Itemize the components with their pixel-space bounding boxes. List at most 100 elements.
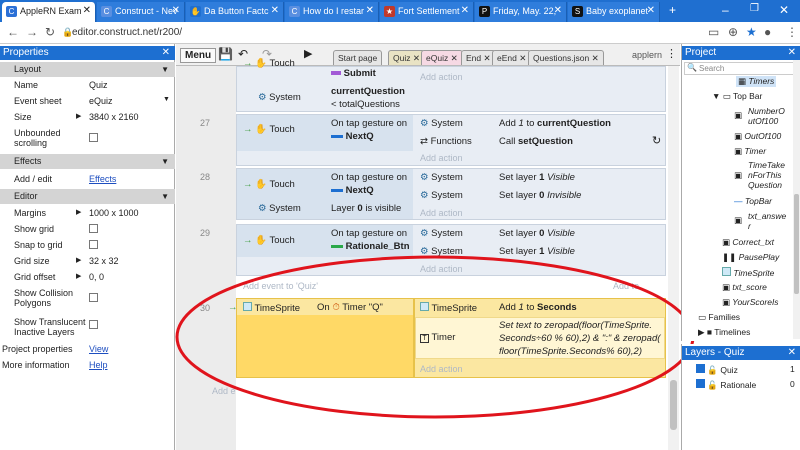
browser-tab-7[interactable]: S Baby exoplanet ✕	[568, 2, 660, 22]
close-icon[interactable]: ✕	[271, 2, 279, 20]
action-text[interactable]: Set layer 0 Invisible	[499, 190, 581, 201]
reload-icon[interactable]: ↻	[45, 25, 55, 39]
url-field[interactable]: editor.construct.net/r200/	[72, 25, 182, 41]
new-tab-icon[interactable]: +	[669, 3, 676, 17]
snap-checkbox[interactable]	[89, 240, 98, 249]
tree-item-correct-txt[interactable]: ▣ Correct_txt	[722, 237, 774, 248]
close-icon[interactable]: ✕	[162, 46, 170, 60]
close-icon[interactable]: ✕	[461, 2, 469, 20]
collapse-icon[interactable]: ▼	[161, 189, 169, 204]
lock-icon[interactable]: 🔓	[707, 365, 718, 375]
close-icon[interactable]: ✕	[788, 46, 796, 60]
save-icon[interactable]: 💾	[218, 47, 233, 61]
search-input[interactable]: Search	[699, 64, 724, 73]
tree-item-yourscoreis[interactable]: ▣ YourScoreIs	[722, 297, 779, 308]
restore-icon[interactable]: ❐	[750, 3, 759, 14]
expand-icon[interactable]: ▼	[712, 91, 720, 101]
add-action-link[interactable]: Add action	[420, 208, 463, 218]
expand-icon[interactable]: ▶	[76, 272, 81, 280]
expand-icon[interactable]: ▶	[76, 256, 81, 264]
tree-item-timer[interactable]: ▣ Timer	[734, 146, 766, 157]
project-search[interactable]: 🔍 Search	[684, 62, 798, 75]
tree-item-timers[interactable]: ▦ Timers	[736, 76, 777, 87]
back-icon[interactable]: ←	[7, 25, 19, 39]
star-icon[interactable]: ★	[746, 25, 757, 39]
add-action-link[interactable]: Add action	[420, 153, 463, 163]
refresh-icon[interactable]: ↻	[652, 134, 661, 147]
layer-row-rationale[interactable]: 🔓 Rationale 0	[696, 379, 800, 391]
menu-icon[interactable]: ⋮	[786, 25, 798, 39]
tree-item-txt-score[interactable]: ▣ txt_score	[722, 282, 767, 293]
effects-section[interactable]: Effects ▼	[0, 154, 175, 169]
tree-item-timesprite[interactable]: TimeSprite	[722, 267, 774, 278]
action-text[interactable]: Set layer 0 Visible	[499, 228, 575, 239]
name-value[interactable]: Quiz	[89, 80, 108, 90]
margins-value[interactable]: 1000 x 1000	[89, 208, 139, 218]
tab-eend[interactable]: eEnd ✕	[492, 50, 532, 65]
tab-quiz[interactable]: Quiz ✕	[388, 50, 425, 65]
action-object[interactable]: ⚙ System	[420, 172, 463, 183]
eventsheet-select[interactable]: eQuiz	[89, 96, 113, 106]
close-icon[interactable]: ✕	[647, 2, 655, 20]
close-icon[interactable]: ✕	[83, 2, 91, 20]
unbounded-checkbox[interactable]	[89, 133, 98, 142]
showgrid-checkbox[interactable]	[89, 224, 98, 233]
help-link[interactable]: Help	[89, 360, 108, 370]
browser-tab-3[interactable]: ✋ Da Button Factc ✕	[186, 2, 284, 22]
editor-section[interactable]: Editor ▼	[0, 189, 175, 204]
browser-tab-6[interactable]: P Friday, May. 22, ✕	[475, 2, 567, 22]
action-text[interactable]: Set layer 1 Visible	[499, 172, 575, 183]
view-link[interactable]: View	[89, 344, 108, 354]
window-close-icon[interactable]: ✕	[779, 3, 789, 17]
effects-link[interactable]: Effects	[89, 174, 116, 184]
tree-item-outof100[interactable]: ▣ OutOf100	[734, 131, 781, 142]
expand-icon[interactable]: ▶	[698, 327, 705, 337]
action-object[interactable]: ⚙ System	[420, 118, 463, 129]
close-icon[interactable]: ✕	[366, 2, 374, 20]
browser-tab-2[interactable]: C Construct - Nev ✕	[97, 2, 185, 22]
play-icon[interactable]: ▶	[304, 47, 312, 60]
translucent-checkbox[interactable]	[89, 320, 98, 329]
tab-questions-json[interactable]: Questions.json ✕	[528, 50, 604, 65]
minimize-icon[interactable]: –	[722, 3, 729, 17]
browser-tab-1[interactable]: C AppleRN Exam ✕	[2, 2, 96, 22]
action-text[interactable]: Add 1 to currentQuestion	[499, 118, 611, 129]
avatar[interactable]: ●	[764, 25, 771, 39]
forward-icon[interactable]: →	[26, 25, 38, 39]
expand-icon[interactable]: ▶	[76, 112, 81, 120]
action-object[interactable]: ⚙ System	[420, 228, 463, 239]
size-value[interactable]: 3840 x 2160	[89, 112, 139, 122]
tab-end[interactable]: End ✕	[461, 50, 496, 65]
action-object[interactable]: ⚙ System	[420, 190, 463, 201]
scrollbar-thumb[interactable]	[794, 194, 799, 294]
collapse-icon[interactable]: ▼	[161, 154, 169, 169]
tree-item-timelines[interactable]: ▶ ■ Timelines	[698, 327, 750, 338]
close-icon[interactable]: ✕	[788, 346, 796, 360]
lock-icon[interactable]: 🔓	[707, 380, 718, 390]
add-icon[interactable]: ⊕	[728, 25, 738, 39]
tree-item-topbar-sprite[interactable]: — TopBar	[734, 196, 772, 206]
username[interactable]: applern	[632, 50, 662, 60]
action-text[interactable]: Call setQuestion	[499, 136, 573, 147]
layout-section[interactable]: Layout ▼	[0, 62, 175, 77]
browser-tab-4[interactable]: C How do I restar ✕	[285, 2, 379, 22]
clipboard-icon[interactable]: ▭	[708, 25, 719, 39]
layer-visible-checkbox[interactable]	[696, 379, 705, 388]
tab-start-page[interactable]: Start page	[333, 50, 383, 65]
collapse-icon[interactable]: ▼	[161, 62, 169, 77]
tab-equiz[interactable]: eQuiz ✕	[421, 50, 463, 65]
expand-icon[interactable]: ▶	[76, 208, 81, 216]
add-action-link[interactable]: Add action	[420, 72, 463, 82]
action-object[interactable]: ⇄ Functions	[420, 136, 472, 147]
dropdown-icon[interactable]: ▼	[163, 96, 170, 103]
more-icon[interactable]: ⋮	[666, 47, 677, 60]
close-icon[interactable]: ✕	[172, 2, 180, 20]
tree-item-topbar[interactable]: ▼ ▭ Top Bar	[712, 91, 762, 102]
menu-button[interactable]: Menu	[180, 48, 217, 63]
browser-tab-5[interactable]: ★ Fort Settlement ✕	[380, 2, 474, 22]
tree-item-families[interactable]: ▭ Families	[698, 312, 740, 323]
collision-checkbox[interactable]	[89, 293, 98, 302]
close-icon[interactable]: ✕	[554, 2, 562, 20]
layer-row-quiz[interactable]: 🔓 Quiz 1	[696, 364, 800, 376]
layer-visible-checkbox[interactable]	[696, 364, 705, 373]
